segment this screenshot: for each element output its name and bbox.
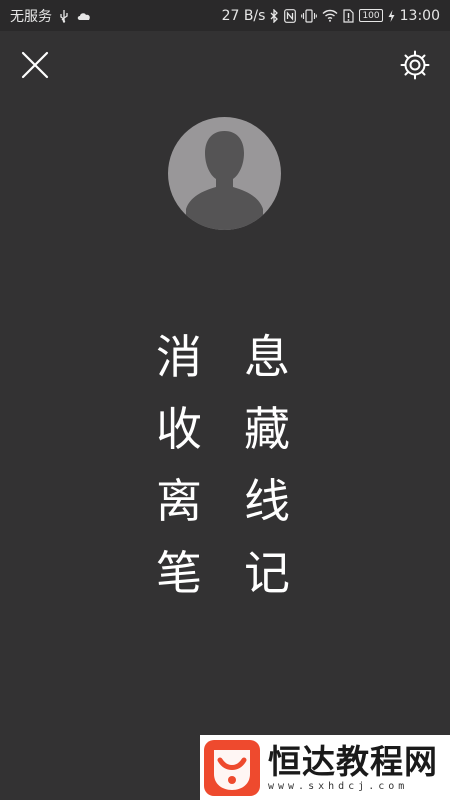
status-right: 27 B/s 100 13:00	[222, 0, 440, 31]
menu-item-notes[interactable]: 笔 记	[150, 541, 310, 613]
menu-char: 息	[244, 330, 290, 384]
menu-char: 消	[156, 330, 202, 384]
gear-icon	[400, 50, 430, 80]
charging-icon	[388, 9, 395, 22]
watermark-title: 恒达教程网	[268, 742, 438, 781]
menu-item-messages[interactable]: 消 息	[150, 325, 310, 397]
settings-button[interactable]	[398, 48, 432, 82]
usb-icon	[58, 9, 70, 23]
avatar[interactable]	[168, 117, 281, 230]
watermark-text: 恒达教程网 www.sxhdcj.com	[268, 742, 438, 793]
user-silhouette-icon	[186, 131, 263, 230]
watermark-url: www.sxhdcj.com	[268, 781, 409, 792]
wifi-icon	[322, 9, 338, 22]
nfc-icon	[284, 8, 297, 23]
menu-item-favorites[interactable]: 收 藏	[150, 397, 310, 469]
menu-char: 记	[244, 546, 290, 600]
menu: 消 息 收 藏 离 线 笔 记	[150, 325, 310, 613]
carrier-text: 无服务	[10, 8, 52, 25]
close-button[interactable]	[18, 48, 52, 82]
menu-char: 收	[156, 402, 202, 456]
bluetooth-icon	[270, 8, 279, 23]
screen: 无服务 27 B/s 100 13:00 消 息 收 藏 离 线 笔 记 恒达教…	[0, 0, 450, 800]
menu-char: 藏	[244, 402, 290, 456]
battery-indicator: 100	[359, 9, 383, 22]
close-icon	[21, 51, 49, 79]
menu-char: 笔	[156, 546, 202, 600]
cloud-icon	[76, 11, 92, 21]
menu-char: 离	[156, 474, 202, 528]
status-bar: 无服务 27 B/s 100 13:00	[0, 0, 450, 31]
network-speed: 27 B/s	[221, 7, 266, 24]
status-left: 无服务	[10, 0, 92, 31]
menu-char: 线	[244, 474, 290, 528]
watermark-logo-icon	[204, 739, 260, 796]
vibrate-icon	[301, 8, 318, 23]
menu-item-offline[interactable]: 离 线	[150, 469, 310, 541]
clock: 13:00	[399, 7, 440, 24]
sim-alert-icon	[343, 8, 355, 23]
watermark: 恒达教程网 www.sxhdcj.com	[200, 735, 450, 800]
